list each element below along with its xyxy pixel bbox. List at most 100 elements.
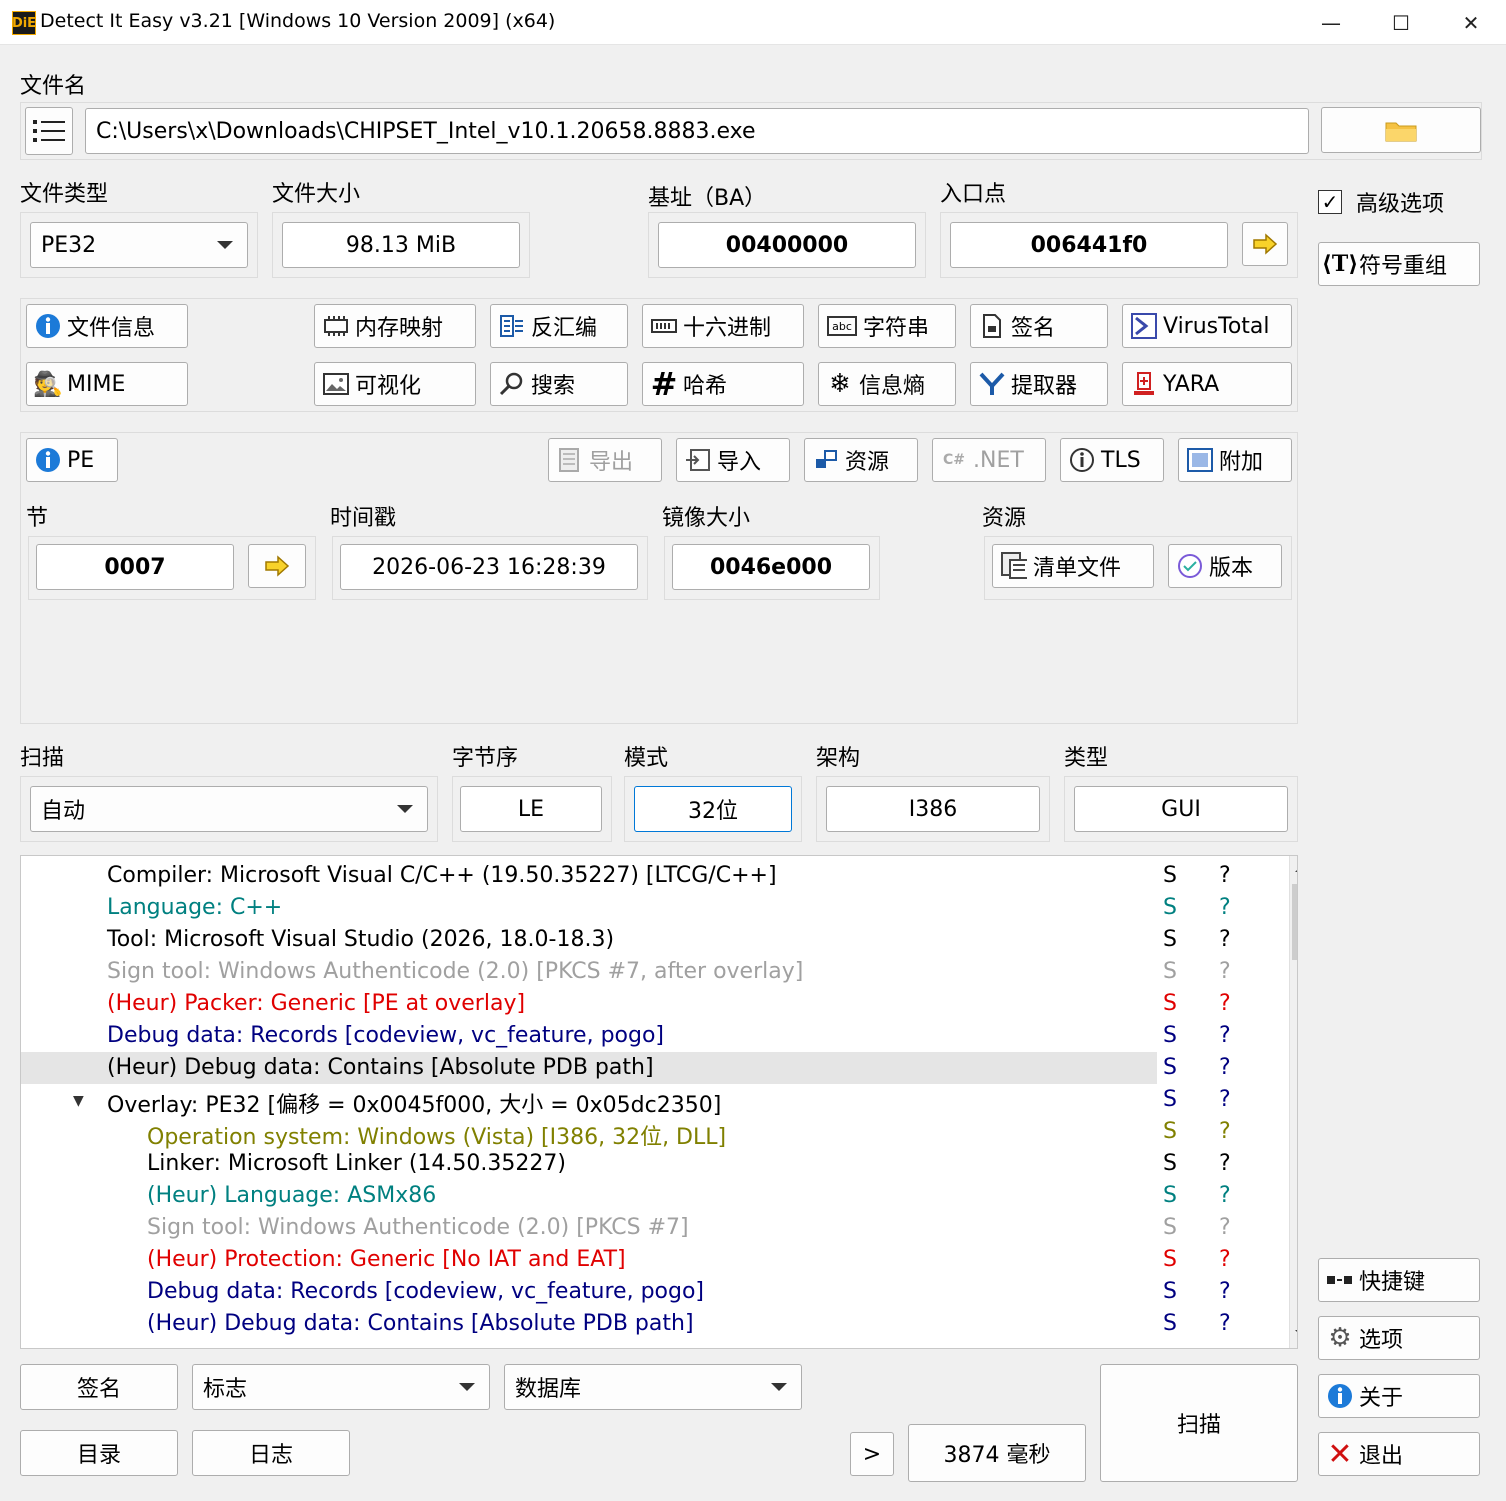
directory-button[interactable]: 目录 bbox=[20, 1430, 178, 1476]
entry-point-go-button[interactable] bbox=[1242, 222, 1288, 266]
about-button[interactable]: 关于 bbox=[1318, 1374, 1480, 1418]
info-flag[interactable]: ? bbox=[1219, 1183, 1231, 1208]
database-select[interactable]: 数据库 bbox=[504, 1364, 802, 1410]
more-button[interactable]: > bbox=[850, 1432, 894, 1476]
result-row[interactable]: Operation system: Windows (Vista) [I386,… bbox=[21, 1116, 1269, 1150]
mime-button[interactable]: 🕵 MIME bbox=[26, 362, 188, 406]
info-flag[interactable]: ? bbox=[1219, 1087, 1231, 1112]
scan-button[interactable]: 扫描 bbox=[1100, 1364, 1298, 1482]
virustotal-button[interactable]: VirusTotal bbox=[1122, 304, 1292, 348]
signature-flag[interactable]: S bbox=[1163, 863, 1177, 888]
import-button[interactable]: 导入 bbox=[676, 438, 790, 482]
search-button[interactable]: 搜索 bbox=[490, 362, 628, 406]
result-row[interactable]: Debug data: Records [codeview, vc_featur… bbox=[21, 1276, 1269, 1308]
extractor-button[interactable]: 提取器 bbox=[970, 362, 1108, 406]
result-row[interactable]: Tool: Microsoft Visual Studio (2026, 18.… bbox=[21, 924, 1269, 956]
advanced-options-toggle[interactable]: ✓ 高级选项 bbox=[1318, 186, 1444, 218]
signature-flag[interactable]: S bbox=[1163, 1055, 1177, 1080]
info-flag[interactable]: ? bbox=[1219, 1279, 1231, 1304]
minimize-button[interactable]: — bbox=[1296, 0, 1366, 45]
entropy-button[interactable]: ❄ 信息熵 bbox=[818, 362, 956, 406]
results-tree[interactable]: Compiler: Microsoft Visual C/C++ (19.50.… bbox=[20, 855, 1298, 1349]
result-row[interactable]: Compiler: Microsoft Visual C/C++ (19.50.… bbox=[21, 860, 1269, 892]
result-row[interactable]: (Heur) Debug data: Contains [Absolute PD… bbox=[21, 1308, 1269, 1340]
info-flag[interactable]: ? bbox=[1219, 1311, 1231, 1336]
info-flag[interactable]: ? bbox=[1219, 1119, 1231, 1144]
open-file-button[interactable] bbox=[1321, 107, 1481, 153]
signatures-button[interactable]: 签名 bbox=[970, 304, 1108, 348]
disassembly-button[interactable]: 反汇编 bbox=[490, 304, 628, 348]
result-row[interactable]: (Heur) Protection: Generic [No IAT and E… bbox=[21, 1244, 1269, 1276]
result-row[interactable]: (Heur) Debug data: Contains [Absolute PD… bbox=[21, 1052, 1269, 1084]
entry-point-field[interactable]: 006441f0 bbox=[950, 222, 1228, 268]
result-row[interactable]: (Heur) Packer: Generic [PE at overlay] S? bbox=[21, 988, 1269, 1020]
base-address-field[interactable]: 00400000 bbox=[658, 222, 916, 268]
signature-flag[interactable]: S bbox=[1163, 1119, 1177, 1144]
flags-select[interactable]: 标志 bbox=[192, 1364, 490, 1410]
result-row[interactable]: Linker: Microsoft Linker (14.50.35227) S? bbox=[21, 1148, 1269, 1180]
info-flag[interactable]: ? bbox=[1219, 959, 1231, 984]
scroll-up-icon[interactable] bbox=[1295, 864, 1297, 872]
signature-flag[interactable]: S bbox=[1163, 927, 1177, 952]
visualize-button[interactable]: 可视化 bbox=[314, 362, 476, 406]
signature-flag[interactable]: S bbox=[1163, 1215, 1177, 1240]
scroll-down-icon[interactable] bbox=[1295, 1330, 1297, 1338]
shortcuts-button[interactable]: 快捷键 bbox=[1318, 1258, 1480, 1302]
advanced-options-checkbox[interactable]: ✓ bbox=[1318, 190, 1342, 214]
sections-field[interactable]: 0007 bbox=[36, 544, 234, 590]
signature-flag[interactable]: S bbox=[1163, 1311, 1177, 1336]
signatures-bottom-button[interactable]: 签名 bbox=[20, 1364, 178, 1410]
info-flag[interactable]: ? bbox=[1219, 1215, 1231, 1240]
info-flag[interactable]: ? bbox=[1219, 1247, 1231, 1272]
file-list-button[interactable] bbox=[25, 107, 73, 155]
info-flag[interactable]: ? bbox=[1219, 1023, 1231, 1048]
expand-arrow-icon[interactable]: ▼ bbox=[73, 1093, 84, 1109]
close-window-button[interactable]: ✕ bbox=[1436, 0, 1506, 45]
image-size-field[interactable]: 0046e000 bbox=[672, 544, 870, 590]
signature-flag[interactable]: S bbox=[1163, 959, 1177, 984]
result-row[interactable]: Language: C++ S? bbox=[21, 892, 1269, 924]
resources-button[interactable]: 资源 bbox=[804, 438, 918, 482]
results-scrollbar[interactable] bbox=[1289, 856, 1297, 1348]
info-flag[interactable]: ? bbox=[1219, 863, 1231, 888]
info-flag[interactable]: ? bbox=[1219, 1151, 1231, 1176]
result-row[interactable]: Debug data: Records [codeview, vc_featur… bbox=[21, 1020, 1269, 1052]
info-flag[interactable]: ? bbox=[1219, 895, 1231, 920]
signature-flag[interactable]: S bbox=[1163, 1151, 1177, 1176]
signature-flag[interactable]: S bbox=[1163, 1087, 1177, 1112]
symbol-rebuild-button[interactable]: ⟨T⟩ 符号重组 bbox=[1318, 242, 1480, 286]
yara-button[interactable]: YARA bbox=[1122, 362, 1292, 406]
signature-flag[interactable]: S bbox=[1163, 1279, 1177, 1304]
hex-button[interactable]: 十六进制 bbox=[642, 304, 804, 348]
file-info-button[interactable]: 文件信息 bbox=[26, 304, 188, 348]
result-row[interactable]: Sign tool: Windows Authenticode (2.0) [P… bbox=[21, 956, 1269, 988]
result-row[interactable]: (Heur) Language: ASMx86 S? bbox=[21, 1180, 1269, 1212]
overlay-button[interactable]: 附加 bbox=[1178, 438, 1292, 482]
hash-button[interactable]: # 哈希 bbox=[642, 362, 804, 406]
scroll-thumb[interactable] bbox=[1292, 884, 1297, 960]
maximize-button[interactable]: ☐ bbox=[1366, 0, 1436, 45]
result-row[interactable]: Sign tool: Windows Authenticode (2.0) [P… bbox=[21, 1212, 1269, 1244]
version-button[interactable]: 版本 bbox=[1168, 544, 1282, 588]
info-flag[interactable]: ? bbox=[1219, 927, 1231, 952]
signature-flag[interactable]: S bbox=[1163, 1023, 1177, 1048]
scan-mode-select[interactable]: 自动 bbox=[30, 786, 428, 832]
signature-flag[interactable]: S bbox=[1163, 895, 1177, 920]
options-button[interactable]: ⚙ 选项 bbox=[1318, 1316, 1480, 1360]
info-flag[interactable]: ? bbox=[1219, 991, 1231, 1016]
info-flag[interactable]: ? bbox=[1219, 1055, 1231, 1080]
signature-flag[interactable]: S bbox=[1163, 1183, 1177, 1208]
manifest-button[interactable]: 清单文件 bbox=[992, 544, 1154, 588]
dotnet-button[interactable]: C# .NET bbox=[932, 438, 1046, 482]
file-type-select[interactable]: PE32 bbox=[30, 222, 248, 268]
file-path-field[interactable]: C:\Users\x\Downloads\CHIPSET_Intel_v10.1… bbox=[85, 108, 1309, 154]
tls-button[interactable]: TLS bbox=[1060, 438, 1164, 482]
result-row[interactable]: ▼ Overlay: PE32 [偏移 = 0x0045f000, 大小 = 0x… bbox=[21, 1084, 1269, 1118]
signature-flag[interactable]: S bbox=[1163, 991, 1177, 1016]
signature-flag[interactable]: S bbox=[1163, 1247, 1177, 1272]
export-button[interactable]: 导出 bbox=[548, 438, 662, 482]
strings-button[interactable]: abc 字符串 bbox=[818, 304, 956, 348]
memory-map-button[interactable]: 内存映射 bbox=[314, 304, 476, 348]
pe-button[interactable]: PE bbox=[26, 438, 118, 482]
elapsed-time-button[interactable]: 3874 毫秒 bbox=[908, 1424, 1086, 1482]
